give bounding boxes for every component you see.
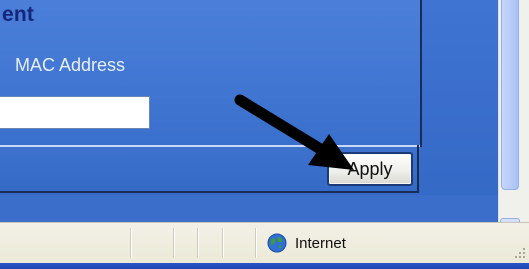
status-separator bbox=[222, 228, 223, 258]
status-separator bbox=[255, 228, 256, 258]
status-separator bbox=[130, 228, 131, 258]
status-separator bbox=[173, 228, 174, 258]
taskbar-edge bbox=[0, 263, 529, 269]
page-bottom-area bbox=[0, 195, 498, 222]
resize-grip-icon[interactable] bbox=[513, 246, 527, 260]
zone-label: Internet bbox=[295, 234, 346, 252]
mac-address-input[interactable] bbox=[0, 96, 150, 129]
status-bar: Internet bbox=[0, 222, 529, 263]
browser-viewport: ent MAC Address Apply Internet bbox=[0, 0, 529, 269]
status-separator bbox=[197, 228, 198, 258]
panel-title: ent bbox=[2, 3, 35, 26]
mac-address-label: MAC Address bbox=[15, 55, 126, 75]
globe-icon bbox=[267, 233, 287, 253]
scrollbar-thumb[interactable] bbox=[501, 0, 519, 190]
settings-panel: ent MAC Address bbox=[0, 0, 422, 147]
security-zone[interactable]: Internet bbox=[267, 231, 346, 255]
apply-button[interactable]: Apply bbox=[327, 152, 413, 186]
